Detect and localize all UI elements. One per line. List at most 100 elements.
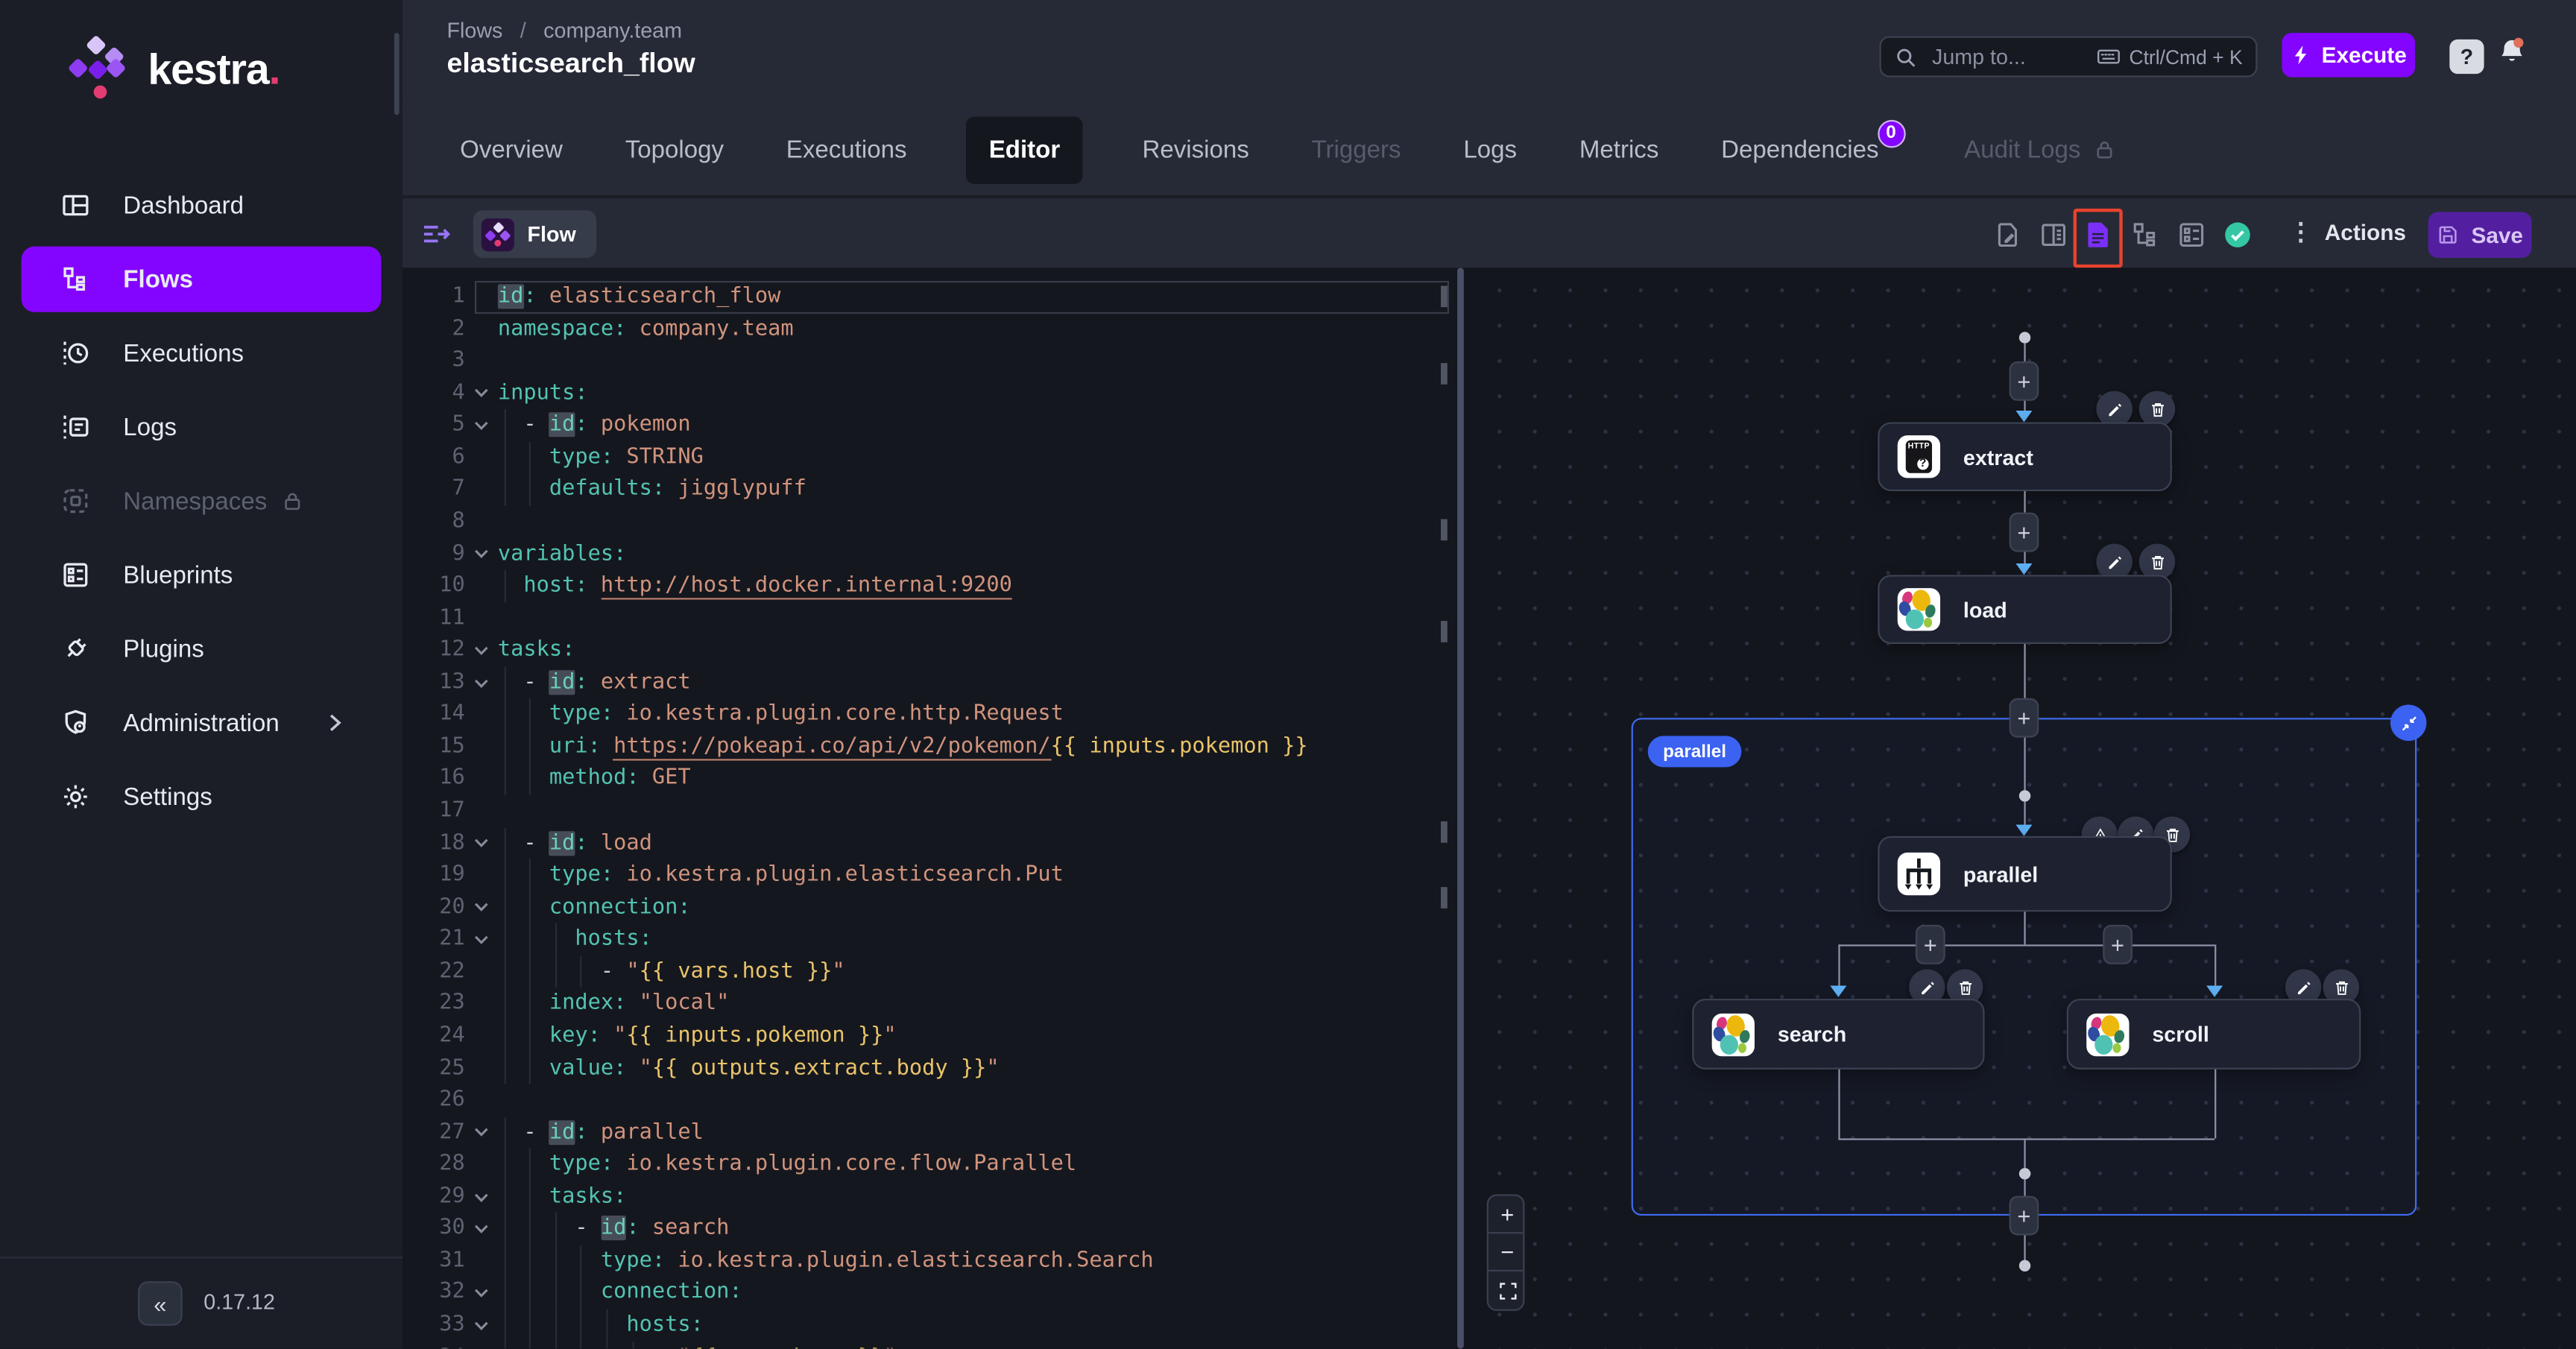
tab-overview[interactable]: Overview [457,116,566,183]
add-task-button[interactable]: + [2103,924,2133,964]
fold-chevron-icon[interactable] [465,923,498,955]
actions-button[interactable]: ⋮ Actions [2288,217,2406,246]
sidebar-item-administration[interactable]: Administration [22,690,382,756]
fold-chevron-icon[interactable] [465,634,498,666]
code-line-7[interactable]: 7 defaults: jigglypuff [402,473,1456,506]
code-line-19[interactable]: 19 type: io.kestra.plugin.elasticsearch.… [402,859,1456,892]
code-line-17[interactable]: 17 [402,795,1456,827]
code-line-32[interactable]: 32 connection: [402,1277,1456,1309]
code-line-2[interactable]: 2 namespace: company.team [402,313,1456,345]
code-line-10[interactable]: 10 host: http://host.docker.internal:920… [402,569,1456,603]
code-line-11[interactable]: 11 [402,602,1456,634]
tab-metrics[interactable]: Metrics [1576,116,1661,183]
fold-chevron-icon[interactable] [465,377,498,409]
notifications-bell-icon[interactable] [2496,36,2528,72]
fit-view-button[interactable] [1489,1271,1523,1309]
cluster-collapse-button[interactable] [2390,704,2427,742]
code-line-30[interactable]: 30 - id: search [402,1213,1456,1245]
topology-graph[interactable]: + HTTP? extract + load + parallel parall… [1470,268,2576,1349]
code-line-29[interactable]: 29 tasks: [402,1181,1456,1213]
sidebar-item-namespaces[interactable]: Namespaces [22,468,382,534]
code-line-13[interactable]: 13 - id: extract [402,666,1456,699]
topology-view-icon[interactable] [2131,220,2161,250]
fold-chevron-icon[interactable] [465,1309,498,1342]
tab-triggers[interactable]: Triggers [1308,116,1404,183]
flow-file-chip[interactable]: Flow [473,210,596,259]
save-button[interactable]: Save [2428,212,2532,259]
code-line-34[interactable]: 34 - "{{ vars.host }}" [402,1341,1456,1349]
fold-chevron-icon[interactable] [465,827,498,859]
fold-chevron-icon[interactable] [465,1213,498,1245]
code-line-4[interactable]: 4 inputs: [402,377,1456,409]
code-line-12[interactable]: 12 tasks: [402,634,1456,666]
code-line-6[interactable]: 6 type: STRING [402,441,1456,474]
task-node-extract[interactable]: HTTP? extract [1878,422,2172,492]
add-task-button[interactable]: + [1915,924,1945,964]
blueprint-view-icon[interactable] [2176,220,2206,250]
tab-revisions[interactable]: Revisions [1139,116,1252,183]
fold-chevron-icon[interactable] [465,538,498,570]
sidebar-scrollbar[interactable] [394,33,400,116]
code-line-31[interactable]: 31 type: io.kestra.plugin.elasticsearch.… [402,1245,1456,1277]
doc-edit-icon[interactable] [1993,220,2023,250]
sidebar-item-settings[interactable]: Settings [22,764,382,830]
fold-chevron-icon[interactable] [465,1277,498,1309]
add-task-button[interactable]: + [2009,512,2039,552]
split-view-icon[interactable] [2039,220,2068,250]
code-line-22[interactable]: 22 - "{{ vars.host }}" [402,955,1456,988]
sidebar-item-dashboard[interactable]: Dashboard [22,172,382,238]
code-line-25[interactable]: 25 value: "{{ outputs.extract.body }}" [402,1052,1456,1084]
tab-audit-logs[interactable]: Audit Logs [1961,116,2118,183]
code-line-8[interactable]: 8 [402,506,1456,538]
zoom-out-button[interactable]: − [1488,1233,1524,1271]
breadcrumb[interactable]: Flows / company.team [447,18,682,42]
task-node-parallel[interactable]: parallel [1878,835,2172,912]
code-line-5[interactable]: 5 - id: pokemon [402,409,1456,442]
sidebar-item-plugins[interactable]: Plugins [22,616,382,682]
code-line-18[interactable]: 18 - id: load [402,827,1456,860]
help-button[interactable]: ? [2449,39,2484,75]
execute-button[interactable]: Execute [2282,33,2416,78]
tab-dependencies[interactable]: Dependencies 0 [1718,116,1905,183]
code-line-16[interactable]: 16 method: GET [402,762,1456,795]
task-node-scroll[interactable]: scroll [2066,999,2361,1070]
code-line-3[interactable]: 3 [402,345,1456,377]
code-line-14[interactable]: 14 type: io.kestra.plugin.core.http.Requ… [402,698,1456,731]
tab-editor[interactable]: Editor [965,116,1084,183]
zoom-in-button[interactable]: + [1488,1196,1524,1234]
search-input[interactable] [1928,42,2085,71]
code-line-28[interactable]: 28 type: io.kestra.plugin.core.flow.Para… [402,1149,1456,1181]
add-task-button[interactable]: + [2009,1195,2039,1236]
sidebar-item-logs[interactable]: Logs [22,394,382,460]
code-editor[interactable]: 1 id: elasticsearch_flow 2 namespace: compa… [402,268,1456,1349]
code-line-15[interactable]: 15 uri: https://pokeapi.co/api/v2/pokemo… [402,730,1456,763]
breadcrumb-root[interactable]: Flows [447,18,503,42]
tab-topology[interactable]: Topology [622,116,727,183]
kestra-logo[interactable]: kestra. [63,34,281,101]
tab-executions[interactable]: Executions [783,116,910,183]
fold-chevron-icon[interactable] [465,1181,498,1213]
code-line-1[interactable]: 1 id: elasticsearch_flow [402,280,1456,313]
sidebar-collapse-button[interactable]: « [138,1281,183,1326]
task-node-search[interactable]: search [1692,999,1985,1070]
code-line-9[interactable]: 9 variables: [402,538,1456,570]
jump-to-search[interactable]: Ctrl/Cmd + K [1879,36,2258,78]
fold-chevron-icon[interactable] [465,666,498,698]
code-line-27[interactable]: 27 - id: parallel [402,1116,1456,1149]
code-line-33[interactable]: 33 hosts: [402,1309,1456,1342]
code-line-20[interactable]: 20 connection: [402,891,1456,924]
tab-logs[interactable]: Logs [1460,116,1521,183]
code-line-23[interactable]: 23 index: "local" [402,988,1456,1020]
sidebar-item-flows[interactable]: Flows [21,246,382,312]
sidebar-item-executions[interactable]: Executions [22,320,382,386]
add-task-button[interactable]: + [2009,698,2039,738]
code-line-26[interactable]: 26 [402,1084,1456,1116]
code-line-24[interactable]: 24 key: "{{ inputs.pokemon }}" [402,1020,1456,1052]
fold-chevron-icon[interactable] [465,1116,498,1149]
panel-toggle-icon[interactable] [420,218,452,250]
sidebar-item-blueprints[interactable]: Blueprints [22,542,382,607]
code-line-21[interactable]: 21 hosts: [402,923,1456,956]
task-node-load[interactable]: load [1878,575,2172,645]
add-task-button[interactable]: + [2009,361,2039,401]
fold-chevron-icon[interactable] [465,891,498,923]
